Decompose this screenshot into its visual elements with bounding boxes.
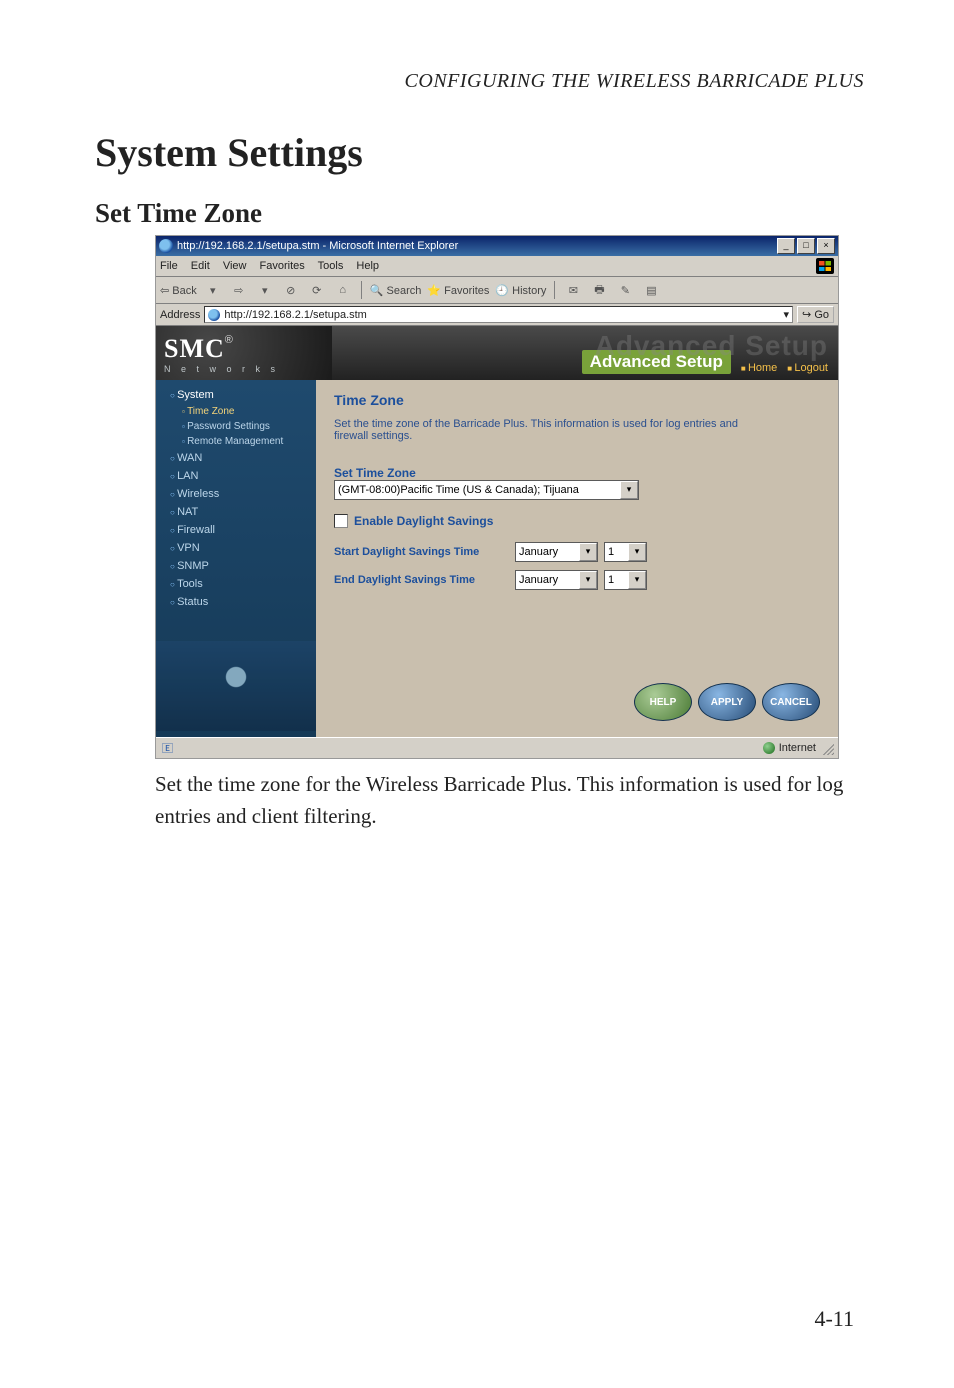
address-label: Address (160, 309, 200, 321)
favorites-button[interactable]: ⭐ Favorites (427, 284, 489, 297)
edit-button[interactable]: ✎ (615, 280, 635, 300)
toolbar-separator (554, 281, 555, 299)
brand-logo: SMC (164, 334, 225, 363)
brand-sub: N e t w o r k s (164, 364, 324, 374)
ie-icon (159, 239, 173, 253)
window-controls: _ □ × (777, 238, 835, 254)
help-button[interactable]: HELP (634, 683, 692, 721)
page-number: 4-11 (814, 1306, 854, 1332)
maximize-button[interactable]: □ (797, 238, 815, 254)
dropdown-icon[interactable]: ▾ (579, 543, 597, 561)
refresh-button[interactable]: ⟳ (307, 280, 327, 300)
sidebar-item-system[interactable]: System (156, 386, 316, 404)
address-url: http://192.168.2.1/setupa.stm (224, 309, 366, 321)
end-month-select[interactable]: January▾ (515, 570, 598, 590)
sidebar: System Time Zone Password Settings Remot… (156, 380, 316, 737)
logout-link[interactable]: Logout (787, 362, 828, 374)
end-daylight-label: End Daylight Savings Time (334, 574, 509, 586)
brand-banner: SMC® N e t w o r k s Advanced Setup Adva… (156, 326, 838, 380)
dropdown-icon[interactable]: ▾ (628, 571, 646, 589)
search-button[interactable]: 🔍 Search (370, 284, 422, 297)
main-panel: Time Zone Set the time zone of the Barri… (316, 380, 838, 737)
dropdown-icon[interactable]: ▾ (620, 481, 638, 499)
time-zone-select[interactable]: (GMT-08:00)Pacific Time (US & Canada); T… (334, 480, 639, 500)
menu-favorites[interactable]: Favorites (260, 260, 305, 272)
section-title: System Settings (95, 129, 864, 176)
start-month-select[interactable]: January▾ (515, 542, 598, 562)
home-button[interactable]: ⌂ (333, 280, 353, 300)
sidebar-item-password[interactable]: Password Settings (156, 419, 316, 434)
panel-heading: Time Zone (334, 392, 820, 408)
menu-tools[interactable]: Tools (318, 260, 344, 272)
home-link[interactable]: Home (741, 362, 777, 374)
sidebar-item-tools[interactable]: Tools (156, 575, 316, 593)
start-daylight-label: Start Daylight Savings Time (334, 546, 509, 558)
running-header: CONFIGURING THE WIRELESS BARRICADE PLUS (95, 70, 864, 93)
ie-window: http://192.168.2.1/setupa.stm - Microsof… (155, 235, 839, 759)
status-left-icon: 🄴 (162, 740, 173, 756)
stop-button[interactable]: ⊘ (281, 280, 301, 300)
dropdown-icon[interactable]: ▾ (579, 571, 597, 589)
sidebar-item-firewall[interactable]: Firewall (156, 521, 316, 539)
body-paragraph: Set the time zone for the Wireless Barri… (155, 769, 864, 832)
forward-button[interactable]: ⇨ (229, 280, 249, 300)
start-day-select[interactable]: 1▾ (604, 542, 647, 562)
apply-button[interactable]: APPLY (698, 683, 756, 721)
sidebar-image (156, 641, 316, 731)
go-button[interactable]: ↪ Go (797, 306, 834, 323)
end-day-select[interactable]: 1▾ (604, 570, 647, 590)
minimize-button[interactable]: _ (777, 238, 795, 254)
titlebar: http://192.168.2.1/setupa.stm - Microsof… (156, 236, 838, 256)
status-zone: Internet (779, 742, 816, 754)
throbber-icon (816, 258, 834, 274)
toolbar: ⇦ Back ▾ ⇨ ▾ ⊘ ⟳ ⌂ 🔍 Search ⭐ Favorites … (156, 277, 838, 304)
menu-edit[interactable]: Edit (191, 260, 210, 272)
sidebar-item-status[interactable]: Status (156, 593, 316, 611)
address-input[interactable]: http://192.168.2.1/setupa.stm ▾ (204, 306, 793, 323)
brand-reg: ® (225, 334, 233, 346)
history-button[interactable]: 🕘 History (495, 284, 546, 297)
cancel-button[interactable]: CANCEL (762, 683, 820, 721)
menu-help[interactable]: Help (356, 260, 379, 272)
print-button[interactable]: 🖶 (589, 280, 609, 300)
menu-file[interactable]: File (160, 260, 178, 272)
daylight-label: Enable Daylight Savings (354, 514, 493, 528)
sub-title: Set Time Zone (95, 198, 864, 229)
time-zone-value: (GMT-08:00)Pacific Time (US & Canada); T… (338, 484, 579, 496)
sidebar-item-vpn[interactable]: VPN (156, 539, 316, 557)
discuss-button[interactable]: ▤ (641, 280, 661, 300)
set-time-zone-label: Set Time Zone (334, 466, 820, 480)
back-button[interactable]: ⇦ Back (160, 284, 197, 297)
daylight-checkbox[interactable] (334, 514, 348, 528)
mail-button[interactable]: ✉ (563, 280, 583, 300)
forward-dropdown-icon[interactable]: ▾ (255, 280, 275, 300)
sidebar-item-remote-mgmt[interactable]: Remote Management (156, 434, 316, 449)
banner-ghost: Advanced Setup (595, 330, 828, 362)
close-button[interactable]: × (817, 238, 835, 254)
panel-description: Set the time zone of the Barricade Plus.… (334, 418, 764, 442)
menubar: File Edit View Favorites Tools Help (156, 256, 838, 277)
dropdown-icon[interactable]: ▾ (628, 543, 646, 561)
back-dropdown-icon[interactable]: ▾ (203, 280, 223, 300)
resize-grip-icon (820, 741, 834, 755)
sidebar-item-time-zone[interactable]: Time Zone (156, 404, 316, 419)
sidebar-item-lan[interactable]: LAN (156, 467, 316, 485)
sidebar-item-snmp[interactable]: SNMP (156, 557, 316, 575)
sidebar-item-wan[interactable]: WAN (156, 449, 316, 467)
address-dropdown-icon[interactable]: ▾ (784, 308, 790, 321)
page-icon (208, 309, 220, 321)
toolbar-separator (361, 281, 362, 299)
globe-icon (763, 742, 775, 754)
menu-view[interactable]: View (223, 260, 247, 272)
status-bar: 🄴 Internet (156, 737, 838, 758)
address-bar: Address http://192.168.2.1/setupa.stm ▾ … (156, 304, 838, 326)
window-title: http://192.168.2.1/setupa.stm - Microsof… (177, 240, 458, 252)
sidebar-item-nat[interactable]: NAT (156, 503, 316, 521)
sidebar-item-wireless[interactable]: Wireless (156, 485, 316, 503)
